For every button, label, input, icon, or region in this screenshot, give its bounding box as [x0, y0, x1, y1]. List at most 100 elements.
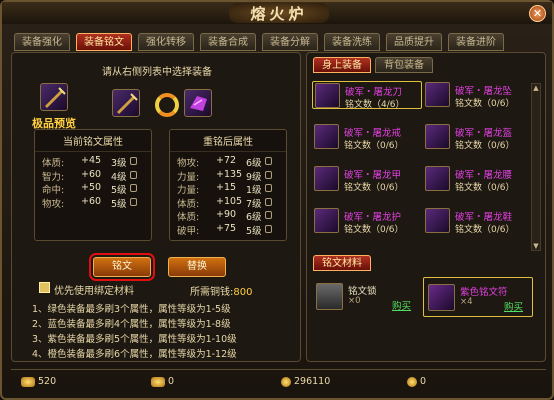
inscription-panel: 请从右侧列表中选择装备 极品预览 当前铭文属性 体质: +45 3级 智力: +60 4级…: [11, 52, 301, 362]
lock-icon[interactable]: [265, 157, 272, 165]
rule-item: 3、紫色装备最多刷5个属性，属性等级为1-10级: [32, 334, 237, 345]
equip-item[interactable]: 破军・屠龙腰 铭文数（0/6）: [423, 165, 533, 193]
preview-equip-slot[interactable]: [40, 83, 68, 111]
attribute-value: +105: [216, 195, 243, 207]
copper-value: 296110: [294, 376, 331, 387]
tab-materials[interactable]: 铭文材料: [313, 255, 371, 271]
equip-item[interactable]: 破军・屠龙护 铭文数（0/6）: [312, 207, 422, 235]
lock-icon[interactable]: [130, 170, 137, 179]
equip-item[interactable]: 破军・屠龙坠 铭文数（0/6）: [423, 81, 533, 109]
tab-quality[interactable]: 品质提升: [386, 33, 442, 51]
purple-rune-icon: [190, 96, 207, 111]
sword-icon: [117, 93, 138, 114]
equip-name: 破军・屠龙腰: [455, 170, 513, 181]
lock-icon[interactable]: [265, 197, 272, 206]
new-attributes: 重铭后属性 物攻: +72 6级 力量: +135 9级 力量: +15 1级 体质: +105 7级…: [169, 129, 287, 241]
equip-inscription-count: 铭文数（0/6）: [455, 99, 515, 109]
attribute-value: +60: [81, 168, 102, 180]
select-hint: 请从右侧列表中选择装备: [102, 67, 212, 78]
bound-coin-icon: [407, 376, 417, 387]
source-equip-slot[interactable]: [112, 89, 140, 117]
inscribe-button[interactable]: 铭文: [89, 253, 155, 281]
tab-transfer[interactable]: 强化转移: [138, 33, 194, 51]
equip-item[interactable]: 破军・屠龙甲 铭文数（0/6）: [312, 165, 422, 193]
attribute-row: 体质: +45 3级: [35, 155, 151, 169]
equipment-icon: [425, 208, 450, 233]
equip-inscription-count: 铭文数（0/6）: [455, 141, 515, 151]
buy-link[interactable]: 购买: [504, 299, 523, 313]
tab-decompose[interactable]: 装备分解: [262, 33, 318, 51]
attribute-value: +72: [216, 155, 237, 166]
equipment-icon: [314, 208, 339, 233]
equip-name: 破军・屠龙护: [344, 212, 402, 223]
equipment-panel: 身上装备 背包装备 破军・屠龙刀 铭文数（4/6） 破军・屠龙坠 铭文数（0/6） 破军…: [306, 52, 546, 362]
attribute-row: 体质: +105 7级: [170, 196, 286, 210]
attribute-name: 命中:: [42, 185, 65, 196]
buy-link[interactable]: 购买: [392, 298, 411, 312]
tab-compose[interactable]: 装备合成: [200, 33, 256, 51]
lock-icon[interactable]: [265, 224, 272, 233]
material-item[interactable]: 铭文锁 ×0 购买: [312, 277, 422, 317]
attribute-row: 力量: +15 1级: [170, 182, 286, 196]
lock-icon[interactable]: [130, 197, 137, 206]
attribute-name: 力量:: [177, 171, 200, 183]
equip-name: 破军・屠龙坠: [455, 86, 513, 97]
lock-icon[interactable]: [265, 184, 272, 192]
coin-icon: [281, 376, 291, 387]
attribute-value: +75: [216, 222, 237, 234]
bind-material-label: 优先使用绑定材料: [54, 286, 134, 297]
material-item[interactable]: 紫色铭文符 ×4 购买: [423, 277, 533, 317]
equip-item[interactable]: 破军・屠龙戒 铭文数（0/6）: [312, 123, 422, 151]
lock-icon[interactable]: [265, 170, 272, 179]
rule-item: 4、橙色装备最多刷6个属性，属性等级为1-12级: [32, 349, 237, 360]
bound-ingot-value: 0: [168, 376, 175, 387]
tab-backpack[interactable]: 背包装备: [375, 57, 433, 73]
attribute-value: +15: [216, 182, 237, 193]
equipment-icon: [425, 124, 450, 149]
equip-item[interactable]: 破军・屠龙盔 铭文数（0/6）: [423, 123, 533, 151]
equip-inscription-count: 铭文数（0/6）: [455, 183, 515, 193]
current-title: 当前铭文属性: [35, 130, 151, 152]
tab-refine[interactable]: 装备洗练: [324, 33, 380, 51]
bind-material-checkbox[interactable]: [39, 282, 50, 293]
equipment-icon: [425, 166, 450, 191]
equip-scrollbar[interactable]: ▲ ▼: [531, 83, 541, 251]
equip-item[interactable]: 破军・屠龙刀 铭文数（4/6）: [312, 81, 422, 110]
attribute-row: 力量: +135 9级: [170, 169, 286, 183]
tab-advance[interactable]: 装备进阶: [448, 33, 504, 51]
material-slot[interactable]: [184, 89, 212, 117]
attribute-row: 物攻: +72 6级: [170, 155, 286, 169]
equipment-icon: [314, 166, 339, 191]
swap-arrows-icon: [155, 93, 179, 117]
attribute-value: +60: [81, 195, 102, 207]
sword-icon: [45, 87, 66, 108]
attribute-level: 5级: [111, 198, 127, 210]
tab-equipped[interactable]: 身上装备: [313, 57, 371, 73]
equip-item[interactable]: 破军・屠龙鞋 铭文数（0/6）: [423, 207, 533, 235]
attribute-level: 4级: [111, 171, 127, 183]
close-icon[interactable]: ✕: [529, 5, 546, 22]
title-bar: 熔火炉 ✕: [2, 2, 552, 24]
equipment-icon: [425, 82, 450, 107]
attribute-level: 6级: [246, 212, 262, 223]
attribute-level: 3级: [111, 158, 127, 169]
attribute-level: 5级: [246, 225, 262, 237]
lock-icon[interactable]: [130, 157, 137, 165]
tab-inscription[interactable]: 装备铭文: [76, 33, 132, 51]
attribute-row: 物攻: +60 5级: [35, 196, 151, 210]
attribute-row: 破甲: +75 5级: [170, 223, 286, 237]
ingot-icon: [21, 376, 35, 387]
lock-material-icon: [316, 283, 343, 310]
lock-icon[interactable]: [130, 184, 137, 192]
equipment-icon: [315, 83, 340, 108]
scroll-up-icon[interactable]: ▲: [532, 84, 540, 92]
equip-name: 破军・屠龙鞋: [455, 212, 513, 223]
attribute-level: 1级: [246, 185, 262, 196]
tab-enhance[interactable]: 装备强化: [14, 33, 70, 51]
attribute-level: 6级: [246, 158, 262, 169]
scroll-down-icon[interactable]: ▼: [532, 242, 540, 250]
cost-value: 800: [233, 287, 253, 298]
replace-button[interactable]: 替换: [168, 257, 226, 277]
material-name: 铭文锁: [348, 286, 377, 297]
lock-icon[interactable]: [265, 211, 272, 219]
